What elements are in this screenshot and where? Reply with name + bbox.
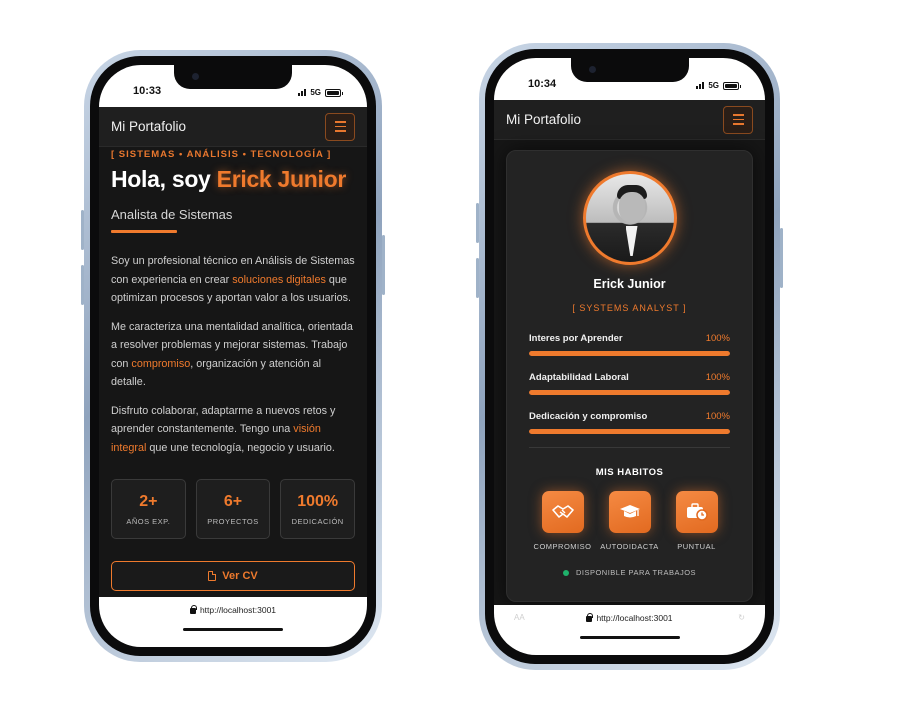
- profile-card: Erick Junior [ SYSTEMS ANALYST ] Interes…: [506, 150, 753, 602]
- stat-value: 2+: [139, 492, 158, 510]
- phone-screen: 10:33 5G Mi Portafolio [ SISTEMAS • ANÁL…: [99, 65, 367, 647]
- graduation-cap-icon: [608, 491, 651, 533]
- status-time: 10:33: [133, 85, 162, 97]
- signal-indicator: 5G: [298, 88, 343, 97]
- document-icon: [208, 571, 217, 581]
- home-indicator[interactable]: [579, 636, 680, 639]
- stat-card: 100% DEDICACIÓN: [280, 479, 356, 539]
- profile-role: [ SYSTEMS ANALYST ]: [572, 303, 687, 313]
- view-cv-label: Ver CV: [222, 570, 258, 582]
- navbar: Mi Portafolio: [494, 100, 765, 140]
- network-type: 5G: [310, 88, 321, 97]
- phone-screen: 10:34 5G Mi Portafolio Erick Junior [ SY…: [494, 58, 765, 655]
- availability-status: DISPONIBLE PARA TRABAJOS: [507, 568, 752, 577]
- camera-icon: [588, 66, 596, 73]
- divider: [529, 447, 730, 448]
- skill-value: 100%: [705, 372, 730, 383]
- habit-label: PUNTUAL: [677, 542, 716, 551]
- profile-name: Erick Junior: [593, 277, 666, 291]
- skill-item: Adaptabilidad Laboral 100%: [529, 372, 730, 395]
- text-size-button[interactable]: AA: [514, 613, 525, 622]
- availability-label: DISPONIBLE PARA TRABAJOS: [575, 568, 697, 577]
- habit-label: COMPROMISO: [533, 542, 592, 551]
- stat-card: 2+ AÑOS EXP.: [111, 479, 186, 539]
- brand-link[interactable]: Mi Portafolio: [506, 112, 581, 127]
- stat-value: 6+: [223, 492, 243, 510]
- hero-tagline: [ SISTEMAS • ANÁLISIS • TECNOLOGÍA ]: [111, 149, 332, 160]
- skill-name: Interes por Aprender: [529, 333, 623, 344]
- habits-title: MIS HABITOS: [595, 467, 664, 478]
- notch: [174, 65, 292, 89]
- network-type: 5G: [708, 81, 719, 90]
- camera-icon: [192, 73, 199, 80]
- avatar: [582, 171, 677, 265]
- lock-icon: [586, 613, 594, 622]
- stats-row: 2+ AÑOS EXP. 6+ PROYECTOS 100% DEDICACIÓ…: [111, 479, 356, 539]
- skill-progress-fill: [529, 351, 730, 356]
- skill-name: Adaptabilidad Laboral: [529, 372, 629, 383]
- skill-value: 100%: [705, 411, 730, 422]
- habit-item: PUNTUAL: [663, 491, 730, 551]
- habits-row: COMPROMISO AUTODIDACTA PUNTUAL: [529, 491, 730, 551]
- hamburger-menu-button[interactable]: [325, 112, 355, 141]
- briefcase-clock-icon: [675, 491, 718, 533]
- hamburger-menu-button[interactable]: [723, 105, 753, 134]
- battery-icon: [723, 81, 741, 90]
- reload-icon[interactable]: ↻: [738, 613, 745, 622]
- skill-item: Interes por Aprender 100%: [529, 333, 730, 356]
- address-bar[interactable]: http://localhost:3001: [189, 605, 277, 615]
- stat-label: DEDICACIÓN: [291, 516, 344, 526]
- signal-indicator: 5G: [696, 81, 741, 90]
- signal-bars-icon: [696, 82, 705, 89]
- notch: [570, 58, 689, 82]
- phone-right: 10:34 5G Mi Portafolio Erick Junior [ SY…: [476, 43, 783, 670]
- signal-bars-icon: [298, 89, 307, 96]
- about-paragraph-3: Disfruto colaborar, adaptarme a nuevos r…: [111, 404, 336, 454]
- view-cv-button[interactable]: Ver CV: [111, 561, 355, 591]
- battery-icon: [325, 88, 343, 97]
- navbar: Mi Portafolio: [99, 107, 367, 147]
- skill-progress-track: [529, 429, 730, 434]
- stat-card: 6+ PROYECTOS: [195, 479, 271, 539]
- hero-section: [ SISTEMAS • ANÁLISIS • TECNOLOGÍA ] Hol…: [111, 149, 356, 591]
- skills-list: Interes por Aprender 100% Adaptabilidad …: [529, 333, 730, 450]
- skill-value: 100%: [705, 333, 730, 344]
- phone-left: 10:33 5G Mi Portafolio [ SISTEMAS • ANÁL…: [81, 50, 385, 662]
- status-time: 10:34: [528, 78, 557, 90]
- brand-link[interactable]: Mi Portafolio: [111, 119, 186, 134]
- url-text: http://localhost:3001: [199, 605, 277, 615]
- skill-item: Dedicación y compromiso 100%: [529, 411, 730, 434]
- skill-progress-track: [529, 390, 730, 395]
- habit-label: AUTODIDACTA: [600, 542, 659, 551]
- stat-value: 100%: [297, 492, 339, 510]
- skill-progress-fill: [529, 429, 730, 434]
- about-paragraph-2: Me caracteriza una mentalidad analítica,…: [111, 320, 353, 389]
- home-indicator[interactable]: [183, 628, 283, 631]
- skill-name: Dedicación y compromiso: [529, 411, 648, 422]
- hero-role: Analista de Sistemas: [111, 207, 233, 222]
- skill-progress-track: [529, 351, 730, 356]
- browser-url-bar: http://localhost:3001: [99, 597, 367, 647]
- stat-label: AÑOS EXP.: [126, 516, 171, 526]
- habit-item: AUTODIDACTA: [596, 491, 663, 551]
- lock-icon: [189, 605, 197, 614]
- status-dot-icon: [562, 569, 569, 576]
- hero-greeting: Hola, soy: [111, 166, 211, 192]
- skill-progress-fill: [529, 390, 730, 395]
- stat-label: PROYECTOS: [207, 516, 259, 526]
- url-text: http://localhost:3001: [596, 613, 673, 623]
- habit-item: COMPROMISO: [529, 491, 596, 551]
- address-bar[interactable]: http://localhost:3001: [586, 613, 673, 623]
- role-underline: [111, 230, 177, 233]
- handshake-icon: [541, 491, 584, 533]
- browser-url-bar: AA http://localhost:3001 ↻: [494, 605, 765, 655]
- about-paragraph-1: Soy un profesional técnico en Análisis d…: [111, 255, 355, 304]
- hero-title: Hola, soy Erick Junior: [111, 166, 355, 193]
- hero-name: Erick Junior: [216, 166, 347, 192]
